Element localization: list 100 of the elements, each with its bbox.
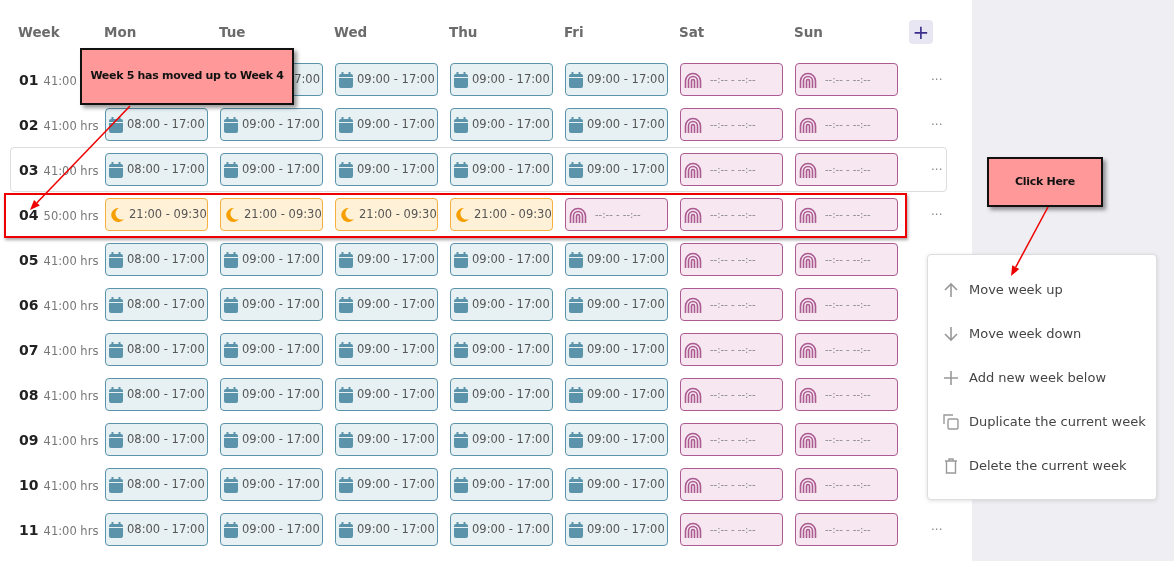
shift-cell[interactable]: 08:00 - 17:00 — [105, 153, 208, 186]
moon-icon — [109, 206, 125, 223]
rainbow-icon — [799, 341, 817, 358]
calendar-icon — [339, 296, 353, 313]
shift-cell[interactable]: 21:00 - 09:30 — [335, 198, 438, 231]
shift-cell[interactable]: 09:00 - 17:00 — [565, 288, 668, 321]
shift-cell[interactable]: 09:00 - 17:00 — [220, 333, 323, 366]
shift-cell[interactable]: 09:00 - 17:00 — [335, 153, 438, 186]
week-number: 01 — [19, 71, 39, 88]
shift-cell[interactable]: 09:00 - 17:00 — [450, 468, 553, 501]
shift-cell[interactable]: 08:00 - 17:00 — [105, 378, 208, 411]
rainbow-icon — [799, 206, 817, 223]
add-button[interactable]: + — [909, 20, 933, 44]
more-button[interactable]: ··· — [931, 70, 943, 89]
calendar-icon — [569, 431, 583, 448]
calendar-icon — [569, 251, 583, 268]
column-header: Thu — [449, 22, 479, 42]
shift-cell[interactable]: 09:00 - 17:00 — [335, 423, 438, 456]
calendar-icon — [454, 521, 468, 538]
moon-icon — [454, 206, 470, 223]
moon-icon — [224, 206, 240, 223]
shift-cell[interactable]: 09:00 - 17:00 — [565, 243, 668, 276]
more-button[interactable]: ··· — [931, 115, 943, 134]
rainbow-icon — [684, 521, 702, 538]
calendar-icon — [454, 476, 468, 493]
menu-item[interactable]: Move week down — [928, 312, 1156, 356]
shift-cell[interactable]: 09:00 - 17:00 — [220, 243, 323, 276]
calendar-icon — [339, 431, 353, 448]
shift-cell[interactable]: 09:00 - 17:00 — [335, 378, 438, 411]
shift-cell[interactable]: 09:00 - 17:00 — [450, 423, 553, 456]
week-hours: 41:00 hrs — [43, 298, 99, 313]
rainbow-icon — [684, 251, 702, 268]
calendar-icon — [109, 161, 123, 178]
shift-cell[interactable]: 08:00 - 17:00 — [105, 468, 208, 501]
calendar-icon — [454, 71, 468, 88]
shift-cell[interactable]: 09:00 - 17:00 — [450, 243, 553, 276]
menu-item[interactable]: Duplicate the current week — [928, 400, 1156, 444]
rainbow-icon — [684, 161, 702, 178]
more-button[interactable]: ··· — [931, 160, 943, 179]
shift-cell[interactable]: 09:00 - 17:00 — [335, 513, 438, 546]
shift-cell[interactable]: 09:00 - 17:00 — [335, 468, 438, 501]
menu-item[interactable]: Add new week below — [928, 356, 1156, 400]
shift-cell[interactable]: 09:00 - 17:00 — [565, 63, 668, 96]
shift-cell[interactable]: 09:00 - 17:00 — [450, 378, 553, 411]
week-number: 10 — [19, 476, 39, 493]
shift-cell[interactable]: 21:00 - 09:30 — [220, 198, 323, 231]
week-number: 03 — [19, 161, 39, 178]
shift-cell[interactable]: 09:00 - 17:00 — [565, 153, 668, 186]
shift-cell[interactable]: 09:00 - 17:00 — [450, 513, 553, 546]
week-number: 02 — [19, 116, 39, 133]
calendar-icon — [109, 431, 123, 448]
shift-cell[interactable]: 21:00 - 09:30 — [105, 198, 208, 231]
calendar-icon — [454, 341, 468, 358]
shift-cell[interactable]: 21:00 - 09:30 — [450, 198, 553, 231]
shift-cell[interactable]: 09:00 - 17:00 — [565, 423, 668, 456]
shift-cell[interactable]: 09:00 - 17:00 — [220, 108, 323, 141]
shift-cell[interactable]: 09:00 - 17:00 — [450, 153, 553, 186]
shift-cell[interactable]: 09:00 - 17:00 — [565, 513, 668, 546]
shift-cell[interactable]: 08:00 - 17:00 — [105, 333, 208, 366]
shift-cell[interactable]: 08:00 - 17:00 — [105, 243, 208, 276]
shift-cell[interactable]: 09:00 - 17:00 — [220, 288, 323, 321]
shift-cell[interactable]: 09:00 - 17:00 — [220, 513, 323, 546]
more-button[interactable]: ··· — [931, 205, 943, 224]
shift-cell[interactable]: 08:00 - 17:00 — [105, 108, 208, 141]
shift-cell[interactable]: 09:00 - 17:00 — [450, 288, 553, 321]
calendar-icon — [569, 521, 583, 538]
more-button[interactable]: ··· — [931, 520, 943, 539]
menu-item[interactable]: Delete the current week — [928, 444, 1156, 488]
shift-cell[interactable]: 09:00 - 17:00 — [450, 63, 553, 96]
shift-cell[interactable]: 09:00 - 17:00 — [335, 243, 438, 276]
callout-tooltip: Week 5 has moved up to Week 4 — [80, 48, 294, 105]
calendar-icon — [339, 71, 353, 88]
shift-cell[interactable]: 09:00 - 17:00 — [450, 108, 553, 141]
shift-cell[interactable]: 08:00 - 17:00 — [105, 423, 208, 456]
calendar-icon — [339, 161, 353, 178]
shift-cell[interactable]: 08:00 - 17:00 — [105, 288, 208, 321]
calendar-icon — [109, 296, 123, 313]
shift-cell[interactable]: 09:00 - 17:00 — [565, 108, 668, 141]
shift-cell[interactable]: 09:00 - 17:00 — [335, 288, 438, 321]
copy-icon — [943, 414, 959, 430]
shift-cell[interactable]: 09:00 - 17:00 — [565, 468, 668, 501]
shift-cell[interactable]: 09:00 - 17:00 — [565, 378, 668, 411]
shift-cell[interactable]: 09:00 - 17:00 — [450, 333, 553, 366]
shift-cell[interactable]: 09:00 - 17:00 — [220, 153, 323, 186]
menu-item[interactable]: Move week up — [928, 268, 1156, 312]
calendar-icon — [224, 431, 238, 448]
shift-cell[interactable]: 08:00 - 17:00 — [105, 513, 208, 546]
calendar-icon — [339, 251, 353, 268]
shift-cell[interactable]: 09:00 - 17:00 — [220, 468, 323, 501]
shift-cell[interactable]: 09:00 - 17:00 — [220, 423, 323, 456]
trash-icon — [943, 458, 959, 474]
shift-cell[interactable]: 09:00 - 17:00 — [335, 333, 438, 366]
rainbow-icon — [684, 296, 702, 313]
week-number: 08 — [19, 386, 39, 403]
column-header: Mon — [104, 22, 138, 42]
shift-cell[interactable]: 09:00 - 17:00 — [565, 333, 668, 366]
shift-cell[interactable]: 09:00 - 17:00 — [335, 63, 438, 96]
shift-cell[interactable]: 09:00 - 17:00 — [335, 108, 438, 141]
calendar-icon — [109, 476, 123, 493]
shift-cell[interactable]: 09:00 - 17:00 — [220, 378, 323, 411]
